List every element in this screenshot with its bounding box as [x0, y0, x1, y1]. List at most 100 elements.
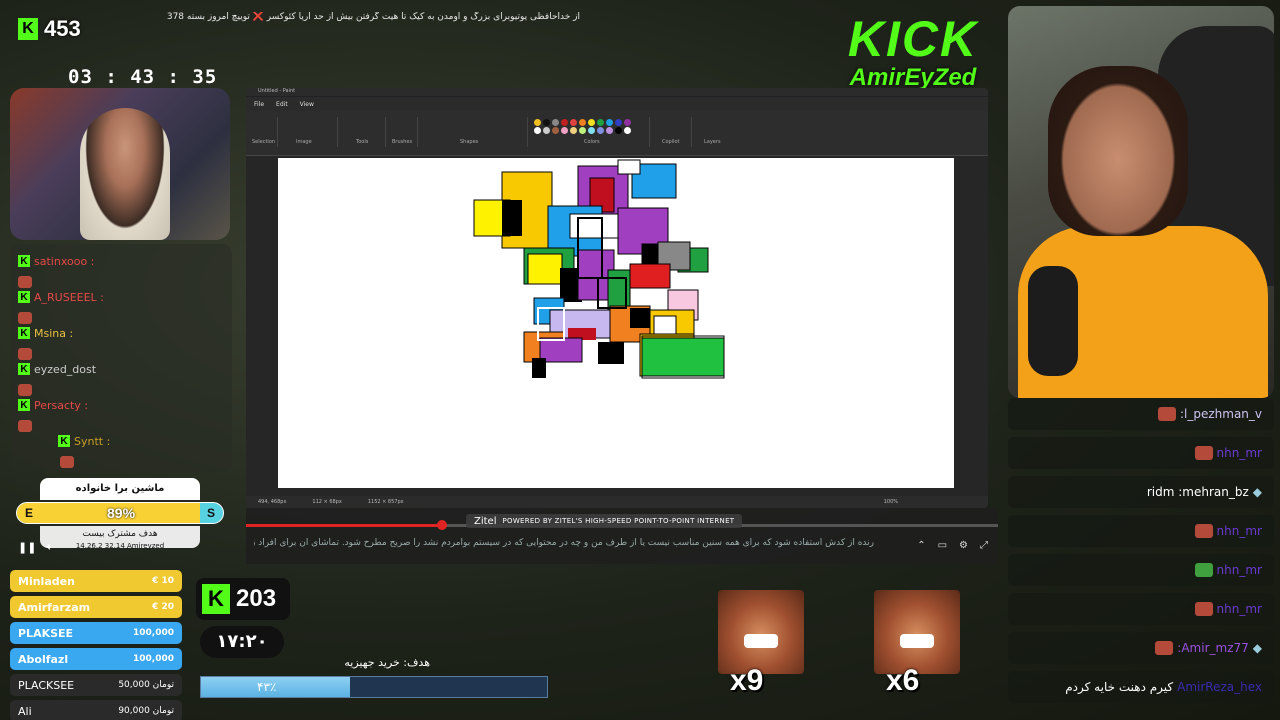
viewer-number: 453	[44, 16, 81, 41]
menu-view[interactable]: View	[300, 101, 314, 108]
donor-row: Minladen € 10	[10, 570, 182, 592]
chat-text: nhn_mr	[1216, 563, 1262, 577]
chat-message: nhn_mr	[1008, 593, 1274, 625]
color-swatch[interactable]	[570, 119, 577, 126]
player-right-controls: ⌃ ▭ ⚙ ⤢	[917, 540, 988, 551]
player-left-controls: ❚❚ 🔈︎	[18, 540, 53, 554]
kick-badge-icon: K	[58, 435, 70, 447]
color-swatch[interactable]	[624, 127, 631, 134]
color-swatch[interactable]	[588, 119, 595, 126]
canvas-area	[246, 156, 988, 496]
color-swatch[interactable]	[534, 119, 541, 126]
color-swatch[interactable]	[561, 127, 568, 134]
color-swatch[interactable]	[561, 119, 568, 126]
emote-icon	[1194, 602, 1213, 616]
goal-start-letter: E	[25, 506, 34, 520]
chat-message: K Msina :	[18, 324, 224, 342]
dowry-goal-bar: ۴۳٪	[200, 676, 548, 698]
paint-statusbar: 494, 468px 112 × 68px 1152 × 857px 100%	[246, 496, 988, 508]
ribbon-selection[interactable]: Selection	[252, 117, 278, 147]
progress-handle[interactable]	[436, 520, 447, 530]
chat-username: A_RUSEEEL :	[34, 290, 104, 304]
ribbon-brushes[interactable]: Brushes	[388, 117, 418, 147]
ribbon-layers[interactable]: Layers	[694, 117, 734, 147]
ribbon-label: Layers	[704, 139, 721, 145]
kick-badge-icon: K	[18, 327, 30, 339]
chat-right: :l_pezhman_v nhn_mr ridm :mehran_bz ◆ nhn…	[1008, 398, 1274, 710]
chat-message: ridm :mehran_bz ◆	[1008, 476, 1274, 508]
chat-username: Syntt :	[74, 434, 111, 448]
ribbon-label: Tools	[356, 139, 369, 145]
ribbon-copilot[interactable]: Copilot	[652, 117, 692, 147]
color-swatch[interactable]	[615, 127, 622, 134]
status-cursor: 494, 468px	[258, 499, 287, 505]
kick-logo-icon: K	[202, 584, 230, 614]
chevron-up-icon[interactable]: ⌃	[917, 540, 925, 551]
screen-share-paint: Untitled - Paint File Edit View Selectio…	[246, 88, 988, 508]
paint-ribbon: Selection Image Tools Brushes Shapes Col…	[246, 111, 988, 156]
color-swatch[interactable]	[579, 127, 586, 134]
kick-badge-icon: K	[18, 291, 30, 303]
streamer-head	[1048, 66, 1188, 236]
color-swatch[interactable]	[597, 127, 604, 134]
emote-icon	[1194, 524, 1213, 538]
ribbon-tools[interactable]: Tools	[340, 117, 386, 147]
kick-badge-icon: K	[18, 399, 30, 411]
color-swatch[interactable]	[534, 127, 541, 134]
color-swatch[interactable]	[552, 127, 559, 134]
brand-logo: KICK AmirEyZed	[838, 14, 988, 92]
volume-icon[interactable]: 🔈︎	[46, 540, 53, 554]
settings-icon[interactable]: ⚙	[959, 540, 968, 551]
ribbon-shapes[interactable]: Shapes	[420, 117, 528, 147]
donor-name: PLAKSEE	[18, 626, 74, 640]
microphone-icon	[1028, 266, 1078, 376]
chat-text: ridm :mehran_bz	[1146, 485, 1249, 499]
emote-icon	[18, 276, 32, 288]
emote-count: x6	[886, 664, 920, 697]
color-swatch[interactable]	[624, 119, 631, 126]
captions-icon[interactable]: ▭	[938, 540, 947, 551]
color-swatch[interactable]	[543, 127, 550, 134]
chat-username: Msina :	[34, 326, 74, 340]
emote-icon	[1157, 407, 1176, 421]
kick-logo-icon: K	[18, 18, 38, 40]
kick-badge-icon: K	[18, 255, 30, 267]
fullscreen-icon[interactable]: ⤢	[980, 540, 988, 551]
donor-row: Abolfazl 100,000	[10, 648, 182, 670]
chat-text: :l_pezhman_v	[1179, 407, 1262, 421]
chat-username: eyzed_dost	[34, 362, 97, 376]
color-swatch[interactable]	[606, 119, 613, 126]
paint-canvas[interactable]	[278, 158, 954, 488]
dowry-goal-percent: ۴۳٪	[257, 680, 277, 694]
chat-message: Ksatinxooo :	[18, 252, 224, 270]
goal-subtitle: هدف مشترک بیست 14.26.2 32.14 Amireyzed	[40, 526, 200, 550]
color-swatch[interactable]	[579, 119, 586, 126]
pause-icon[interactable]: ❚❚	[18, 541, 36, 554]
menu-file[interactable]: File	[254, 101, 264, 108]
chat-text: nhn_mr	[1216, 446, 1262, 460]
emote-icon	[18, 384, 32, 396]
color-swatch[interactable]	[570, 127, 577, 134]
laughing-emote-icon	[874, 590, 960, 674]
color-swatch[interactable]	[597, 119, 604, 126]
subscriber-number: 203	[236, 585, 277, 612]
donor-amount: 100,000	[133, 654, 174, 664]
donor-amount: 50,000 تومان	[118, 680, 174, 690]
ribbon-image[interactable]: Image	[280, 117, 338, 147]
emote-count: x9	[730, 664, 764, 697]
ribbon-label: Brushes	[392, 139, 413, 145]
video-player-controls: Zitel POWERED BY ZITEL'S HIGH-SPEED POIN…	[246, 508, 998, 564]
color-swatch[interactable]	[606, 127, 613, 134]
goal-end-letter: S	[206, 506, 215, 520]
chat-message: :l_pezhman_v	[1008, 398, 1274, 430]
color-swatch[interactable]	[615, 119, 622, 126]
color-swatch[interactable]	[588, 127, 595, 134]
status-canvas-size: 1152 × 857px	[367, 499, 404, 505]
donor-name: Minladen	[18, 574, 75, 588]
menu-edit[interactable]: Edit	[276, 101, 288, 108]
color-swatch[interactable]	[552, 119, 559, 126]
chat-username: satinxooo :	[34, 254, 95, 268]
color-swatch[interactable]	[543, 119, 550, 126]
emote-icon	[18, 312, 32, 324]
status-zoom[interactable]: 100%	[884, 499, 898, 505]
